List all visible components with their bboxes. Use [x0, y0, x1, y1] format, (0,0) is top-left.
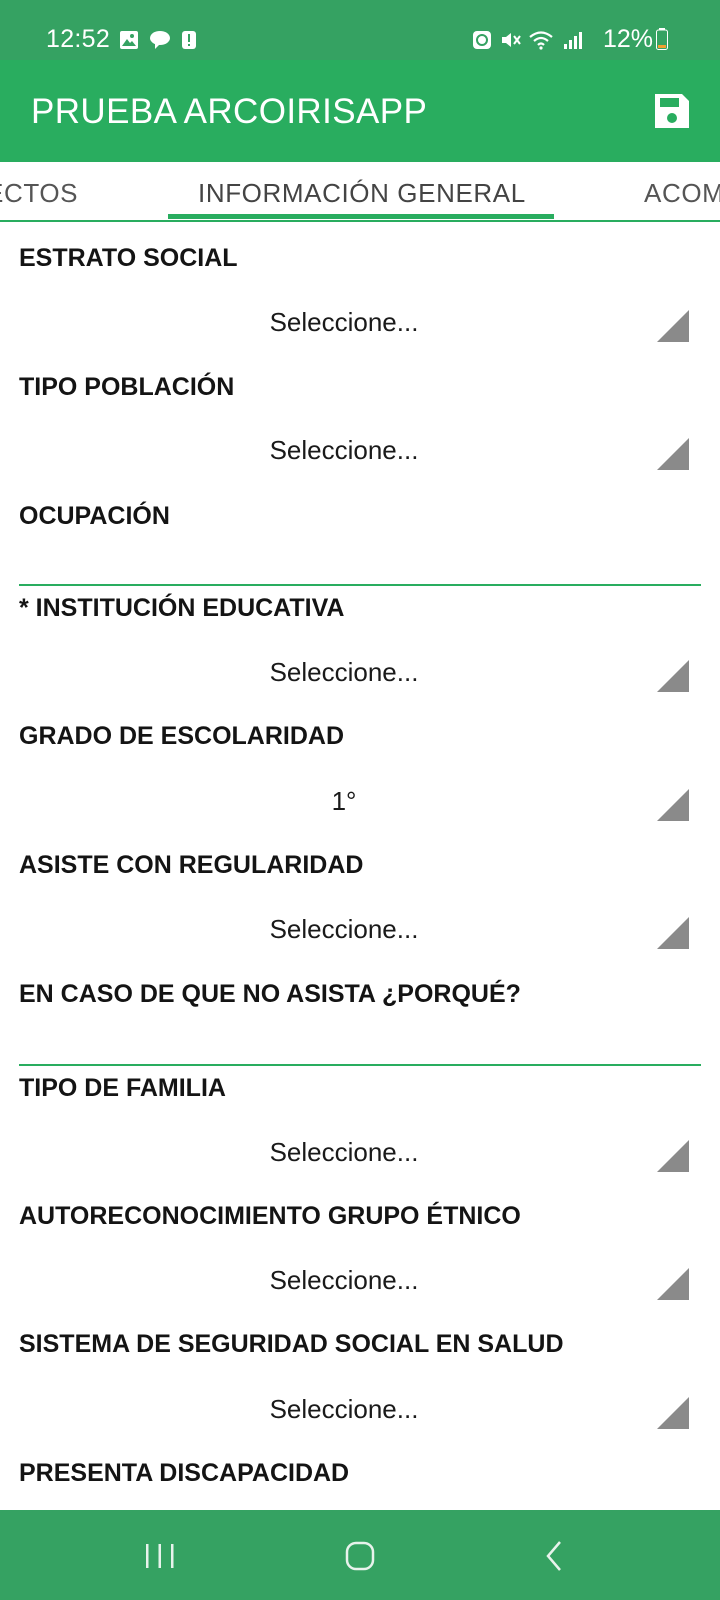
dropdown-arrow-icon: [657, 1268, 689, 1300]
status-bar: 12:52 12%: [0, 0, 720, 60]
institucion-educativa-select[interactable]: Seleccione...: [19, 656, 701, 724]
estrato-social-select[interactable]: Seleccione...: [19, 306, 701, 374]
seguridad-social-value: Seleccione...: [269, 1394, 419, 1424]
grado-escolaridad-select[interactable]: 1°: [19, 785, 701, 853]
floppy-disk-icon[interactable]: [652, 91, 692, 131]
dropdown-arrow-icon: [657, 310, 689, 342]
active-tab-indicator: [168, 214, 554, 219]
estrato-social-label: ESTRATO SOCIAL: [19, 244, 238, 272]
grado-escolaridad-value: 1°: [331, 786, 357, 816]
institucion-educativa-label: * INSTITUCIÓN EDUCATIVA: [19, 594, 345, 622]
dropdown-arrow-icon: [657, 789, 689, 821]
asiste-regularidad-select[interactable]: Seleccione...: [19, 913, 701, 981]
grado-escolaridad-label: GRADO DE ESCOLARIDAD: [19, 722, 345, 750]
chat-bubble-icon: [150, 31, 170, 49]
tipo-poblacion-select[interactable]: Seleccione...: [19, 434, 701, 502]
dropdown-arrow-icon: [657, 917, 689, 949]
ocupacion-label: OCUPACIÓN: [19, 502, 170, 530]
estrato-social-value: Seleccione...: [269, 307, 419, 337]
tipo-familia-select[interactable]: Seleccione...: [19, 1136, 701, 1204]
grupo-etnico-value: Seleccione...: [269, 1265, 419, 1295]
back-icon[interactable]: [538, 1538, 588, 1574]
dropdown-arrow-icon: [657, 438, 689, 470]
recent-apps-icon[interactable]: [135, 1538, 185, 1574]
dropdown-arrow-icon: [657, 1397, 689, 1429]
seguridad-social-select[interactable]: Seleccione...: [19, 1393, 701, 1461]
tipo-poblacion-value: Seleccione...: [269, 435, 419, 465]
tab-informacion-general[interactable]: INFORMACIÓN GENERAL: [198, 178, 526, 208]
dropdown-arrow-icon: [657, 660, 689, 692]
institucion-educativa-value: Seleccione...: [269, 657, 419, 687]
status-time: 12:52: [46, 25, 111, 53]
app-title: PRUEBA ARCOIRISAPP: [31, 92, 428, 131]
battery-icon: [656, 28, 668, 50]
dropdown-arrow-icon: [657, 1140, 689, 1172]
asiste-regularidad-label: ASISTE CON REGULARIDAD: [19, 851, 364, 879]
grupo-etnico-select[interactable]: Seleccione...: [19, 1264, 701, 1332]
tab-acompanamiento[interactable]: ACOM: [644, 178, 720, 208]
porque-no-asiste-input[interactable]: [19, 1020, 701, 1066]
gallery-icon: [120, 31, 138, 49]
battery-percent: 12%: [603, 25, 654, 53]
asiste-regularidad-value: Seleccione...: [269, 914, 419, 944]
tipo-poblacion-label: TIPO POBLACIÓN: [19, 373, 235, 401]
home-icon[interactable]: [335, 1538, 385, 1574]
tab-aspectos[interactable]: ECTOS: [0, 178, 78, 208]
grupo-etnico-label: AUTORECONOCIMIENTO GRUPO ÉTNICO: [19, 1202, 521, 1230]
tipo-familia-value: Seleccione...: [269, 1137, 419, 1167]
porque-no-asiste-label: EN CASO DE QUE NO ASISTA ¿PORQUÉ?: [19, 980, 521, 1008]
recycle-icon: [473, 31, 491, 49]
wifi-icon: [529, 31, 553, 50]
tipo-familia-label: TIPO DE FAMILIA: [19, 1074, 226, 1102]
tab-bar: ECTOS INFORMACIÓN GENERAL ACOM: [0, 162, 720, 222]
ocupacion-input[interactable]: [19, 540, 701, 586]
discapacidad-label: PRESENTA DISCAPACIDAD: [19, 1459, 350, 1487]
signal-icon: [564, 32, 582, 49]
alert-icon: [182, 31, 196, 49]
mute-icon: [502, 33, 521, 47]
seguridad-social-label: SISTEMA DE SEGURIDAD SOCIAL EN SALUD: [19, 1330, 564, 1358]
